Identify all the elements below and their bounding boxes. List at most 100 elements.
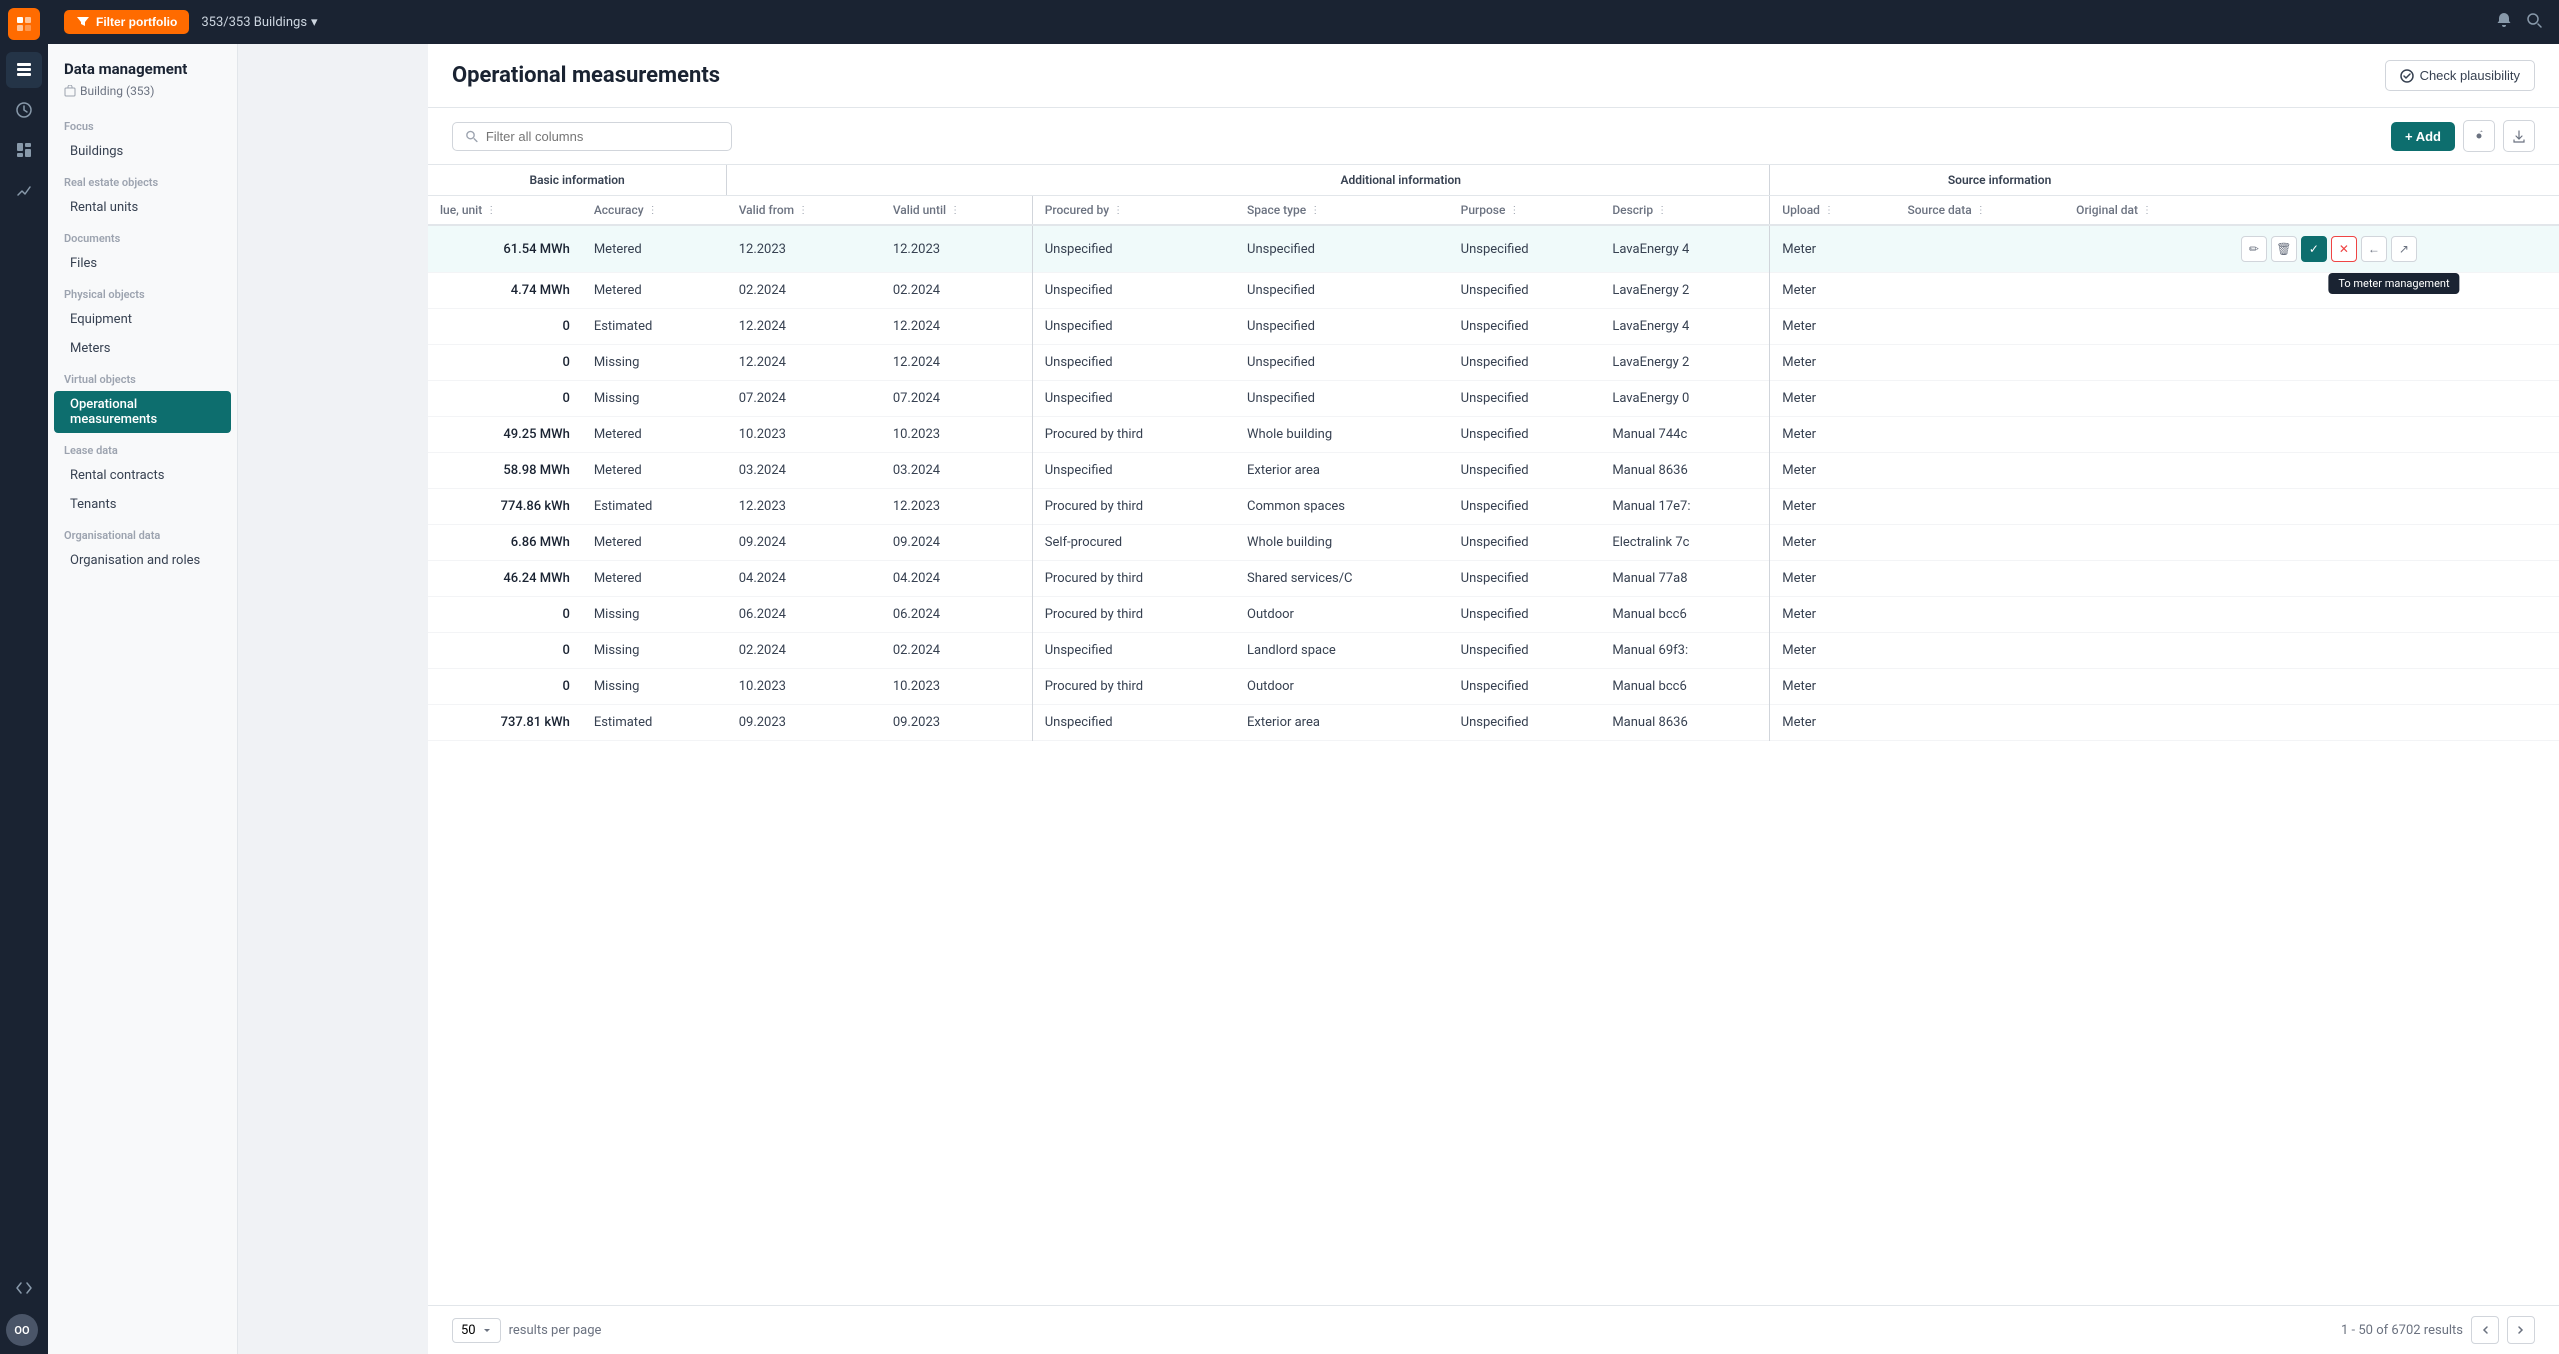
prev-page-button[interactable] <box>2471 1316 2499 1344</box>
confirm-button[interactable]: ✓ <box>2301 236 2327 262</box>
cell-accuracy: Estimated <box>582 705 727 741</box>
chevron-down-icon <box>482 1325 492 1335</box>
cell-actions <box>2229 381 2559 417</box>
cell-purpose: Unspecified <box>1449 381 1601 417</box>
cell-procured-by: Unspecified <box>1032 345 1235 381</box>
sidebar-subtitle: Building (353) <box>48 82 237 110</box>
cell-upload: Meter <box>1770 489 1896 525</box>
cell-original-data <box>2064 453 2229 489</box>
sidebar-item-operational-measurements[interactable]: Operational measurements <box>54 391 231 433</box>
sidebar-item-rental-units[interactable]: Rental units <box>54 194 231 221</box>
cell-upload: Meter <box>1770 669 1896 705</box>
cell-space-type: Exterior area <box>1235 705 1449 741</box>
search-input[interactable] <box>486 129 719 144</box>
cell-valid-from: 06.2024 <box>727 597 881 633</box>
cell-value: 0 <box>428 345 582 381</box>
sidebar-item-collapse[interactable] <box>6 1270 42 1306</box>
sidebar-item-nav3[interactable] <box>6 132 42 168</box>
cell-space-type: Outdoor <box>1235 669 1449 705</box>
cell-source-data <box>1895 489 2064 525</box>
sidebar-item-data-management[interactable] <box>6 52 42 88</box>
back-button[interactable]: ← <box>2361 236 2387 262</box>
edit-button[interactable]: ✏ <box>2241 236 2267 262</box>
col-group-basic: Basic information <box>428 165 727 196</box>
check-plausibility-button[interactable]: Check plausibility <box>2385 60 2535 91</box>
cell-valid-until: 07.2024 <box>881 381 1032 417</box>
cell-space-type: Unspecified <box>1235 381 1449 417</box>
cell-valid-from: 02.2024 <box>727 273 881 309</box>
table-row: 0 Estimated 12.2024 12.2024 Unspecified … <box>428 309 2559 345</box>
cancel-button[interactable]: ✕ <box>2331 236 2357 262</box>
cell-original-data <box>2064 489 2229 525</box>
col-upload: Upload ⋮ <box>1770 196 1896 226</box>
col-description: Descrip ⋮ <box>1600 196 1769 226</box>
table-container: Basic information Additional information… <box>428 165 2559 1305</box>
cell-value: 774.86 kWh <box>428 489 582 525</box>
cell-valid-from: 10.2023 <box>727 417 881 453</box>
cell-procured-by: Procured by third <box>1032 597 1235 633</box>
cell-valid-until: 12.2024 <box>881 309 1032 345</box>
user-avatar[interactable]: OO <box>6 1314 38 1346</box>
sidebar-item-rental-contracts[interactable]: Rental contracts <box>54 462 231 489</box>
cell-purpose: Unspecified <box>1449 669 1601 705</box>
sidebar-item-files[interactable]: Files <box>54 250 231 277</box>
cell-procured-by: Procured by third <box>1032 669 1235 705</box>
col-actions <box>2229 196 2559 226</box>
cell-valid-until: 04.2024 <box>881 561 1032 597</box>
notifications-icon[interactable] <box>2495 11 2513 33</box>
cell-description: Manual 77a8 <box>1600 561 1769 597</box>
cell-procured-by: Unspecified <box>1032 309 1235 345</box>
cell-space-type: Unspecified <box>1235 309 1449 345</box>
cell-procured-by: Self-procured <box>1032 525 1235 561</box>
cell-purpose: Unspecified <box>1449 597 1601 633</box>
cell-actions <box>2229 345 2559 381</box>
cell-actions <box>2229 309 2559 345</box>
next-page-button[interactable] <box>2507 1316 2535 1344</box>
download-button[interactable] <box>2503 120 2535 152</box>
sidebar-item-equipment[interactable]: Equipment <box>54 306 231 333</box>
cell-source-data <box>1895 225 2064 273</box>
icon-bar: OO <box>0 0 48 1354</box>
cell-space-type: Unspecified <box>1235 273 1449 309</box>
cell-procured-by: Procured by third <box>1032 417 1235 453</box>
main-content: Operational measurements Check plausibil… <box>428 44 2559 1354</box>
search-icon[interactable] <box>2525 11 2543 33</box>
cell-upload: Meter <box>1770 633 1896 669</box>
cell-valid-from: 04.2024 <box>727 561 881 597</box>
app-logo[interactable] <box>8 8 40 40</box>
table-row: 4.74 MWh Metered 02.2024 02.2024 Unspeci… <box>428 273 2559 309</box>
cell-value: 0 <box>428 633 582 669</box>
sidebar-item-nav4[interactable] <box>6 172 42 208</box>
cell-accuracy: Missing <box>582 345 727 381</box>
cell-actions <box>2229 597 2559 633</box>
link-button[interactable]: ↗ <box>2391 236 2417 262</box>
cell-original-data <box>2064 345 2229 381</box>
cell-purpose: Unspecified <box>1449 225 1601 273</box>
filter-portfolio-button[interactable]: Filter portfolio <box>64 10 189 34</box>
cell-procured-by: Unspecified <box>1032 273 1235 309</box>
buildings-selector[interactable]: 353/353 Buildings ▾ <box>201 15 317 30</box>
sidebar-item-nav2[interactable] <box>6 92 42 128</box>
table-row: 737.81 kWh Estimated 09.2023 09.2023 Uns… <box>428 705 2559 741</box>
sidebar-item-organisation-roles[interactable]: Organisation and roles <box>54 547 231 574</box>
cell-description: Manual bcc6 <box>1600 669 1769 705</box>
cell-accuracy: Missing <box>582 669 727 705</box>
table-footer: 50 results per page 1 - 50 of 6702 resul… <box>428 1305 2559 1354</box>
add-button[interactable]: + Add <box>2391 122 2455 151</box>
search-box[interactable] <box>452 122 732 151</box>
col-group-additional: Additional information <box>1032 165 1770 196</box>
sidebar-item-meters[interactable]: Meters <box>54 335 231 362</box>
table-toolbar: + Add <box>428 108 2559 165</box>
cell-source-data <box>1895 669 2064 705</box>
cell-accuracy: Metered <box>582 525 727 561</box>
per-page-select[interactable]: 50 <box>452 1318 501 1343</box>
cell-original-data <box>2064 417 2229 453</box>
sidebar-item-tenants[interactable]: Tenants <box>54 491 231 518</box>
cell-value: 737.81 kWh <box>428 705 582 741</box>
cell-valid-from: 09.2023 <box>727 705 881 741</box>
delete-button[interactable]: 🗑 <box>2271 236 2297 262</box>
cell-original-data <box>2064 309 2229 345</box>
settings-button[interactable] <box>2463 120 2495 152</box>
sidebar-item-buildings[interactable]: Buildings <box>54 138 231 165</box>
cell-upload: Meter <box>1770 453 1896 489</box>
